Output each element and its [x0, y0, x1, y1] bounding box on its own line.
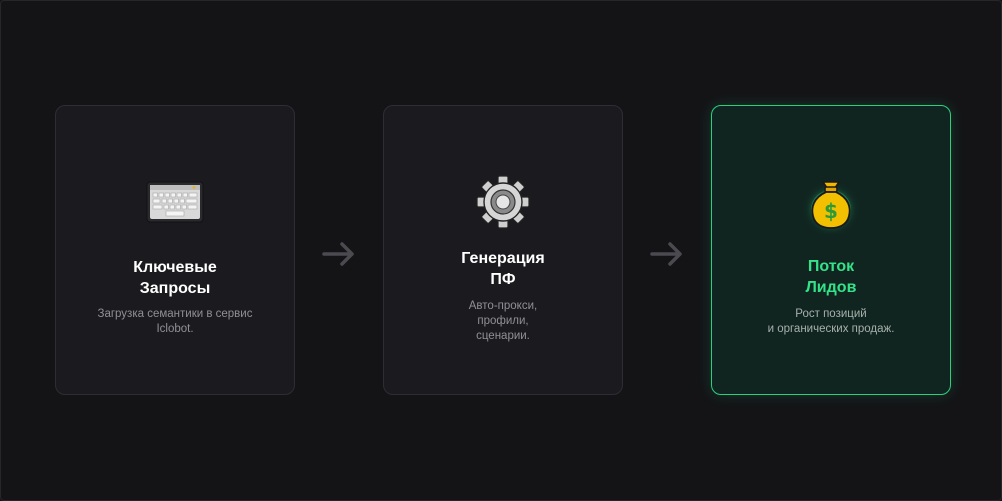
card-description: Авто-прокси, профили, сценарии.	[468, 300, 538, 342]
keyboard-icon	[56, 174, 294, 230]
card-title: Генерация ПФ	[461, 250, 545, 288]
card-description: Загрузка семантики в сервис Iclobot.	[97, 308, 253, 335]
card-lead-flow: $ Поток Лидов Рост позиций и органически…	[711, 105, 951, 395]
card-keyword-queries: Ключевые Запросы Загрузка семантики в се…	[55, 105, 295, 395]
card-title: Ключевые Запросы	[133, 259, 217, 297]
card-title: Поток Лидов	[805, 258, 857, 296]
card-description: Рост позиций и органических продаж.	[767, 308, 895, 335]
arrow-right-icon	[321, 239, 357, 269]
svg-text:$: $	[824, 199, 838, 223]
card-pf-generation: Генерация ПФ Авто-прокси, профили, сцена…	[383, 105, 623, 395]
money-bag-icon: $	[712, 174, 950, 230]
flow-diagram-frame: Ключевые Запросы Загрузка семантики в се…	[0, 0, 1002, 501]
arrow-right-icon	[649, 239, 685, 269]
gear-icon	[384, 174, 622, 230]
